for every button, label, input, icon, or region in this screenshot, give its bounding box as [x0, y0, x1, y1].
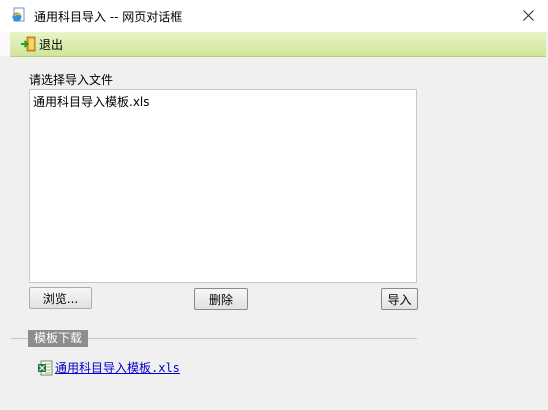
- exit-door-icon: [21, 36, 36, 52]
- exit-button[interactable]: 退出: [20, 35, 63, 53]
- template-download-legend: 模板下载: [28, 330, 89, 347]
- delete-button[interactable]: 删除: [194, 288, 248, 310]
- import-button[interactable]: 导入: [381, 288, 418, 310]
- list-item[interactable]: 通用科目导入模板.xls: [33, 93, 150, 110]
- template-link-text[interactable]: 通用科目导入模板.xls: [55, 359, 180, 376]
- toolbar-edge: [0, 32, 10, 56]
- ie-page-icon: [12, 7, 25, 22]
- exit-label: 退出: [39, 37, 64, 52]
- toolbar: 退出: [10, 32, 546, 57]
- window-title: 通用科目导入 -- 网页对话框: [34, 10, 183, 24]
- title-bar: 通用科目导入 -- 网页对话框: [0, 0, 548, 32]
- template-download-link[interactable]: 通用科目导入模板.xls: [37, 359, 180, 376]
- dialog-content: 退出 请选择导入文件 通用科目导入模板.xls 浏览... 删除 导入 模板下载…: [0, 32, 548, 410]
- browse-button[interactable]: 浏览...: [29, 287, 92, 309]
- file-list[interactable]: 通用科目导入模板.xls: [29, 89, 417, 283]
- excel-file-icon: [38, 360, 53, 375]
- close-icon: [522, 9, 534, 21]
- close-button[interactable]: [518, 5, 538, 25]
- select-file-label: 请选择导入文件: [29, 73, 114, 87]
